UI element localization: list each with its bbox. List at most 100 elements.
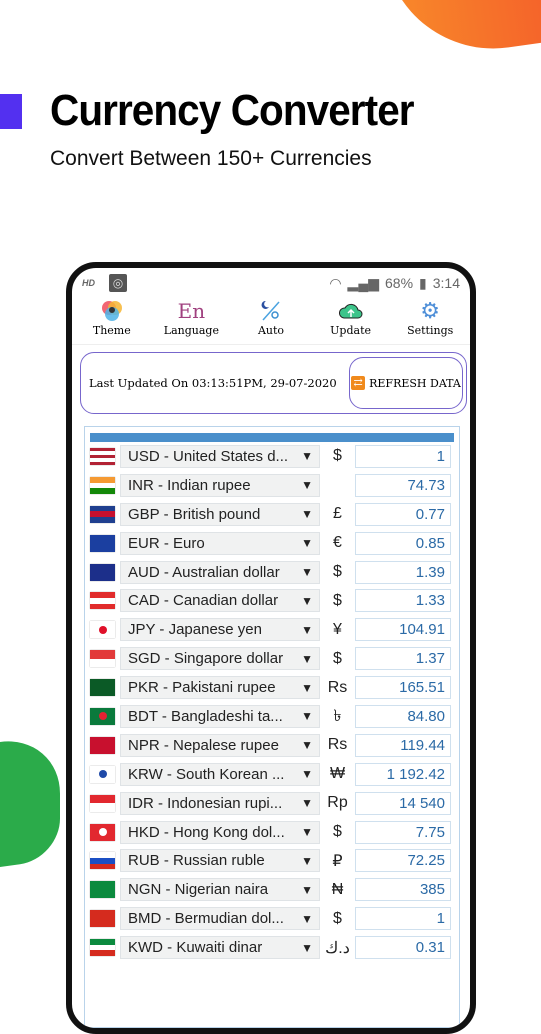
currency-select[interactable]: EUR - Euro ▼ — [120, 531, 320, 555]
flag-icon — [90, 823, 115, 841]
toolbar: Theme En Language Auto Update ⚙ Settings — [72, 298, 470, 345]
currency-symbol: Rs — [327, 736, 348, 754]
dropdown-arrow-icon: ▼ — [301, 622, 313, 637]
amount-input[interactable]: 0.77 — [355, 502, 451, 526]
amount-input[interactable]: 1.33 — [355, 589, 451, 613]
currency-select[interactable]: USD - United States d... ▼ — [120, 444, 320, 468]
currency-select[interactable]: NGN - Nigerian naira ▼ — [120, 878, 320, 902]
amount-input[interactable]: 1 — [355, 444, 451, 468]
currency-select[interactable]: BDT - Bangladeshi ta... ▼ — [120, 704, 320, 728]
flag-icon — [90, 621, 115, 639]
currency-name: INR - Indian rupee — [128, 476, 251, 494]
currency-row: INR - Indian rupee ▼ 74.73 — [90, 471, 459, 500]
wifi-icon: ◠ — [329, 274, 342, 291]
currency-row: EUR - Euro ▼ € 0.85 — [90, 529, 459, 558]
flag-icon — [90, 447, 115, 465]
currency-select[interactable]: KRW - South Korean ... ▼ — [120, 762, 320, 786]
flag-icon — [90, 534, 115, 552]
dropdown-arrow-icon: ▼ — [301, 853, 313, 868]
currency-row: IDR - Indonesian rupi... ▼ Rp 14 540 — [90, 789, 459, 818]
amount-input[interactable]: 165.51 — [355, 676, 451, 700]
currency-select[interactable]: CAD - Canadian dollar ▼ — [120, 589, 320, 613]
currency-row: BMD - Bermudian dol... ▼ $ 1 — [90, 904, 459, 933]
flag-icon — [90, 881, 115, 899]
currency-symbol: ¥ — [333, 620, 342, 638]
amount-input[interactable]: 385 — [355, 878, 451, 902]
currency-symbol: $ — [333, 563, 342, 580]
list-header-bar — [90, 433, 454, 442]
currency-name: EUR - Euro — [128, 534, 205, 552]
update-label: Update — [330, 324, 371, 337]
language-button[interactable]: En Language — [156, 298, 226, 344]
amount-input[interactable]: 1 192.42 — [355, 762, 451, 786]
currency-select[interactable]: BMD - Bermudian dol... ▼ — [120, 907, 320, 931]
currency-list: USD - United States d... ▼ $ 1 INR - Indi… — [84, 426, 460, 1028]
currency-name: IDR - Indonesian rupi... — [128, 794, 283, 812]
currency-row: AUD - Australian dollar ▼ $ 1.39 — [90, 558, 459, 587]
auto-label: Auto — [257, 324, 285, 337]
amount-input[interactable]: 119.44 — [355, 733, 451, 757]
amount-input[interactable]: 0.85 — [355, 531, 451, 555]
currency-row: JPY - Japanese yen ▼ ¥ 104.91 — [90, 615, 459, 644]
currency-row: GBP - British pound ▼ £ 0.77 — [90, 500, 459, 529]
currency-row: BDT - Bangladeshi ta... ▼ ৳ 84.80 — [90, 702, 459, 731]
amount-input[interactable]: 1 — [355, 907, 451, 931]
dropdown-arrow-icon: ▼ — [301, 449, 313, 464]
flag-icon — [90, 910, 115, 928]
flag-icon — [90, 707, 115, 725]
amount-input[interactable]: 1.37 — [355, 647, 451, 671]
currency-select[interactable]: INR - Indian rupee ▼ — [120, 473, 320, 497]
currency-select[interactable]: AUD - Australian dollar ▼ — [120, 560, 320, 584]
currency-select[interactable]: KWD - Kuwaiti dinar ▼ — [120, 936, 320, 960]
refresh-data-button[interactable]: ⇄ REFRESH DATA — [349, 357, 463, 409]
currency-select[interactable]: JPY - Japanese yen ▼ — [120, 618, 320, 642]
clock: 3:14 — [432, 275, 460, 291]
currency-name: CAD - Canadian dollar — [128, 592, 279, 610]
currency-row: NGN - Nigerian naira ▼ ₦ 385 — [90, 875, 459, 904]
currency-symbol: $ — [333, 823, 342, 841]
amount-input[interactable]: 84.80 — [355, 704, 451, 728]
currency-symbol: £ — [333, 505, 342, 523]
currency-row: KRW - South Korean ... ▼ ₩ 1 192.42 — [90, 760, 459, 789]
flag-icon — [90, 505, 115, 523]
currency-name: AUD - Australian dollar — [128, 563, 280, 581]
amount-input[interactable]: 1.39 — [355, 560, 451, 584]
currency-select[interactable]: PKR - Pakistani rupee ▼ — [120, 676, 320, 700]
currency-select[interactable]: RUB - Russian ruble ▼ — [120, 849, 320, 873]
currency-select[interactable]: GBP - British pound ▼ — [120, 502, 320, 526]
currency-select[interactable]: SGD - Singapore dollar ▼ — [120, 647, 320, 671]
settings-button[interactable]: ⚙ Settings — [395, 298, 465, 344]
currency-select[interactable]: HKD - Hong Kong dol... ▼ — [120, 820, 320, 844]
dropdown-arrow-icon: ▼ — [301, 825, 313, 840]
currency-select[interactable]: NPR - Nepalese rupee ▼ — [120, 733, 320, 757]
status-bar: HD ◎ ◠ ▂▄▆ 68% ▮ 3:14 — [72, 268, 470, 298]
auto-theme-icon — [259, 298, 283, 324]
amount-input[interactable]: 74.73 — [355, 473, 451, 497]
amount-input[interactable]: 0.31 — [355, 936, 451, 960]
amount-input[interactable]: 14 540 — [355, 791, 451, 815]
currency-row: KWD - Kuwaiti dinar ▼ د.ك 0.31 — [90, 933, 459, 962]
flag-icon — [90, 736, 115, 754]
decorative-purple-square — [0, 94, 22, 129]
currency-name: GBP - British pound — [128, 505, 261, 523]
amount-input[interactable]: 72.25 — [355, 849, 451, 873]
currency-select[interactable]: IDR - Indonesian rupi... ▼ — [120, 791, 320, 815]
cloud-upload-icon — [338, 298, 364, 324]
amount-input[interactable]: 7.75 — [355, 820, 451, 844]
currency-row: SGD - Singapore dollar ▼ $ 1.37 — [90, 644, 459, 673]
currency-name: RUB - Russian ruble — [128, 852, 265, 870]
dropdown-arrow-icon: ▼ — [301, 478, 313, 493]
currency-symbol: ₩ — [329, 765, 346, 783]
theme-icon — [100, 298, 124, 324]
currency-symbol: $ — [333, 909, 342, 927]
currency-name: PKR - Pakistani rupee — [128, 679, 276, 697]
currency-name: BDT - Bangladeshi ta... — [128, 707, 283, 725]
amount-input[interactable]: 104.91 — [355, 618, 451, 642]
dropdown-arrow-icon: ▼ — [301, 709, 313, 724]
currency-symbol: $ — [333, 649, 342, 667]
update-button[interactable]: Update — [316, 298, 386, 344]
theme-button[interactable]: Theme — [77, 298, 147, 344]
currency-symbol: € — [333, 534, 342, 552]
auto-button[interactable]: Auto — [236, 298, 306, 344]
signal-icon: ▂▄▆ — [347, 274, 379, 291]
